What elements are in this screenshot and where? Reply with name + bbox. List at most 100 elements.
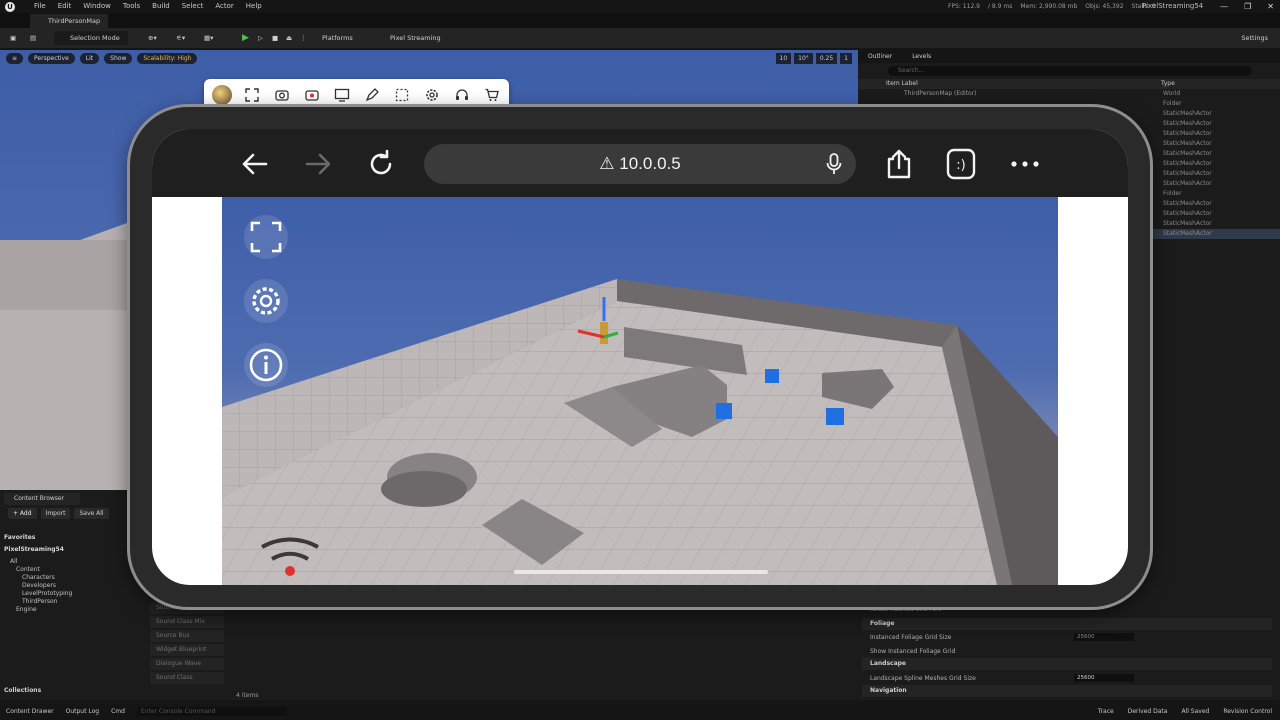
cmd-dropdown[interactable]: Cmd bbox=[111, 704, 125, 720]
play-button[interactable]: ▶ bbox=[238, 31, 253, 45]
viewport-snap-controls: 10 10° 0.25 1 bbox=[775, 53, 852, 64]
col-item-label[interactable]: Item Label bbox=[886, 79, 918, 89]
show-button[interactable]: Show bbox=[104, 53, 133, 64]
project-header[interactable]: PixelStreaming54 bbox=[4, 546, 142, 554]
forward-arrow-icon[interactable] bbox=[301, 147, 335, 181]
camera-icon[interactable] bbox=[272, 85, 292, 105]
headset-icon[interactable] bbox=[452, 85, 472, 105]
settings-dropdown[interactable]: Settings bbox=[1237, 31, 1272, 45]
folder-engine[interactable]: Engine bbox=[4, 606, 142, 614]
trace-button[interactable]: Trace bbox=[1098, 704, 1114, 720]
close-icon[interactable]: ✕ bbox=[1267, 0, 1274, 13]
col-type[interactable]: Type bbox=[1161, 79, 1175, 89]
fullscreen-button[interactable] bbox=[244, 215, 288, 259]
unreal-logo-icon[interactable]: U bbox=[5, 2, 15, 12]
lit-button[interactable]: Lit bbox=[79, 53, 100, 64]
browse-icon[interactable]: ▤ bbox=[26, 31, 40, 45]
selection-mode-dropdown[interactable]: Selection Mode bbox=[54, 31, 128, 45]
tab-outliner[interactable]: Outliner bbox=[858, 50, 902, 63]
tab-levels[interactable]: Levels bbox=[902, 50, 941, 63]
output-log-button[interactable]: Output Log bbox=[66, 704, 99, 720]
filter-widget-blueprint[interactable]: Widget Blueprint bbox=[150, 644, 224, 656]
gear-icon[interactable] bbox=[422, 85, 442, 105]
address-bar[interactable]: ⚠ 10.0.0.5 bbox=[424, 144, 856, 184]
maximize-icon[interactable]: ❐ bbox=[1244, 0, 1251, 13]
collections-header[interactable]: Collections bbox=[4, 687, 41, 694]
viewport-menu-button[interactable]: ≡ bbox=[6, 53, 24, 64]
grid-snap-value[interactable]: 10 bbox=[775, 53, 792, 64]
record-icon[interactable] bbox=[302, 85, 322, 105]
add-actor-icon[interactable]: ⊕▾ bbox=[144, 31, 161, 45]
save-all-button[interactable]: Save All bbox=[74, 508, 109, 519]
folder-content[interactable]: Content bbox=[4, 566, 142, 574]
menu-build[interactable]: Build bbox=[152, 0, 170, 13]
folder-thirdperson[interactable]: ThirdPerson bbox=[4, 598, 142, 606]
share-icon[interactable] bbox=[882, 147, 916, 181]
save-icon[interactable]: ▣ bbox=[6, 31, 20, 45]
tab-third-person-map[interactable]: ThirdPersonMap bbox=[30, 14, 108, 28]
angle-snap-value[interactable]: 10° bbox=[794, 53, 813, 64]
scalability-badge[interactable]: Scalability: High bbox=[137, 53, 198, 64]
step-icon[interactable]: ▷ bbox=[254, 31, 267, 45]
menu-window[interactable]: Window bbox=[83, 0, 111, 13]
pixel-stream-video[interactable] bbox=[222, 197, 1058, 585]
filter-sound-class[interactable]: Sound Class bbox=[150, 672, 224, 684]
navigation-section[interactable]: Navigation bbox=[862, 685, 1272, 697]
blueprint-icon[interactable]: ⚟▾ bbox=[172, 31, 189, 45]
filter-source-bus[interactable]: Source Bus bbox=[150, 630, 224, 642]
home-indicator[interactable] bbox=[514, 570, 768, 574]
landscape-section[interactable]: Landscape bbox=[862, 658, 1272, 670]
foliage-section[interactable]: Foliage bbox=[862, 618, 1272, 630]
avatar[interactable] bbox=[212, 85, 232, 105]
revision-control-button[interactable]: Revision Control bbox=[1223, 704, 1272, 720]
scale-snap-value[interactable]: 0.25 bbox=[815, 53, 838, 64]
reader-mode-icon[interactable]: :) bbox=[944, 147, 978, 181]
camera-speed-value[interactable]: 1 bbox=[840, 53, 852, 64]
cart-icon[interactable] bbox=[482, 85, 502, 105]
more-icon[interactable] bbox=[1008, 147, 1042, 181]
back-arrow-icon[interactable] bbox=[238, 147, 272, 181]
outliner-search-input[interactable]: Search... bbox=[888, 66, 1252, 76]
folder-levelprototyping[interactable]: LevelPrototyping bbox=[4, 590, 142, 598]
play-options-icon[interactable]: ⋮ bbox=[296, 31, 311, 45]
folder-characters[interactable]: Characters bbox=[4, 574, 142, 582]
reload-icon[interactable] bbox=[364, 147, 398, 181]
menu-tools[interactable]: Tools bbox=[123, 0, 140, 13]
content-browser-tab[interactable]: Content Browser bbox=[4, 493, 80, 505]
stop-icon[interactable]: ■ bbox=[268, 31, 282, 45]
microphone-icon[interactable] bbox=[826, 153, 842, 179]
pixel-streaming-dropdown[interactable]: Pixel Streaming bbox=[386, 31, 445, 45]
menu-edit[interactable]: Edit bbox=[58, 0, 72, 13]
platforms-dropdown[interactable]: Platforms bbox=[318, 31, 357, 45]
saved-status[interactable]: All Saved bbox=[1181, 704, 1209, 720]
console-input[interactable]: Enter Console Command bbox=[136, 707, 287, 716]
perspective-button[interactable]: Perspective bbox=[28, 53, 75, 64]
folder-developers[interactable]: Developers bbox=[4, 582, 142, 590]
foliage-grid-value[interactable]: 25600 bbox=[1074, 633, 1134, 641]
spline-grid-value[interactable]: 25600 bbox=[1074, 674, 1134, 682]
favorites-header[interactable]: Favorites bbox=[4, 534, 142, 542]
filter-sound-class-mix[interactable]: Sound Class Mix bbox=[150, 616, 224, 628]
settings-button[interactable] bbox=[244, 279, 288, 323]
objs-stat: Objs: 45,392 bbox=[1085, 3, 1124, 10]
menu-file[interactable]: File bbox=[34, 0, 46, 13]
screen-share-icon[interactable] bbox=[332, 85, 352, 105]
info-button[interactable] bbox=[244, 343, 288, 387]
menu-help[interactable]: Help bbox=[246, 0, 262, 13]
url-text[interactable]: ⚠ 10.0.0.5 bbox=[424, 144, 856, 184]
content-drawer-button[interactable]: Content Drawer bbox=[6, 704, 54, 720]
expand-icon[interactable] bbox=[242, 85, 262, 105]
derived-data-button[interactable]: Derived Data bbox=[1128, 704, 1168, 720]
minimize-icon[interactable]: — bbox=[1220, 0, 1228, 13]
menu-select[interactable]: Select bbox=[182, 0, 204, 13]
select-region-icon[interactable] bbox=[392, 85, 412, 105]
outliner-row[interactable]: ThirdPersonMap (Editor) World bbox=[858, 89, 1280, 99]
folder-all[interactable]: All bbox=[4, 558, 142, 566]
menu-actor[interactable]: Actor bbox=[215, 0, 233, 13]
filter-dialogue-wave[interactable]: Dialogue Wave bbox=[150, 658, 224, 670]
add-button[interactable]: + Add bbox=[8, 508, 37, 519]
cinematics-icon[interactable]: ▦▾ bbox=[200, 31, 217, 45]
pen-icon[interactable] bbox=[362, 85, 382, 105]
import-button[interactable]: Import bbox=[40, 508, 71, 519]
eject-icon[interactable]: ⏏ bbox=[282, 31, 296, 45]
